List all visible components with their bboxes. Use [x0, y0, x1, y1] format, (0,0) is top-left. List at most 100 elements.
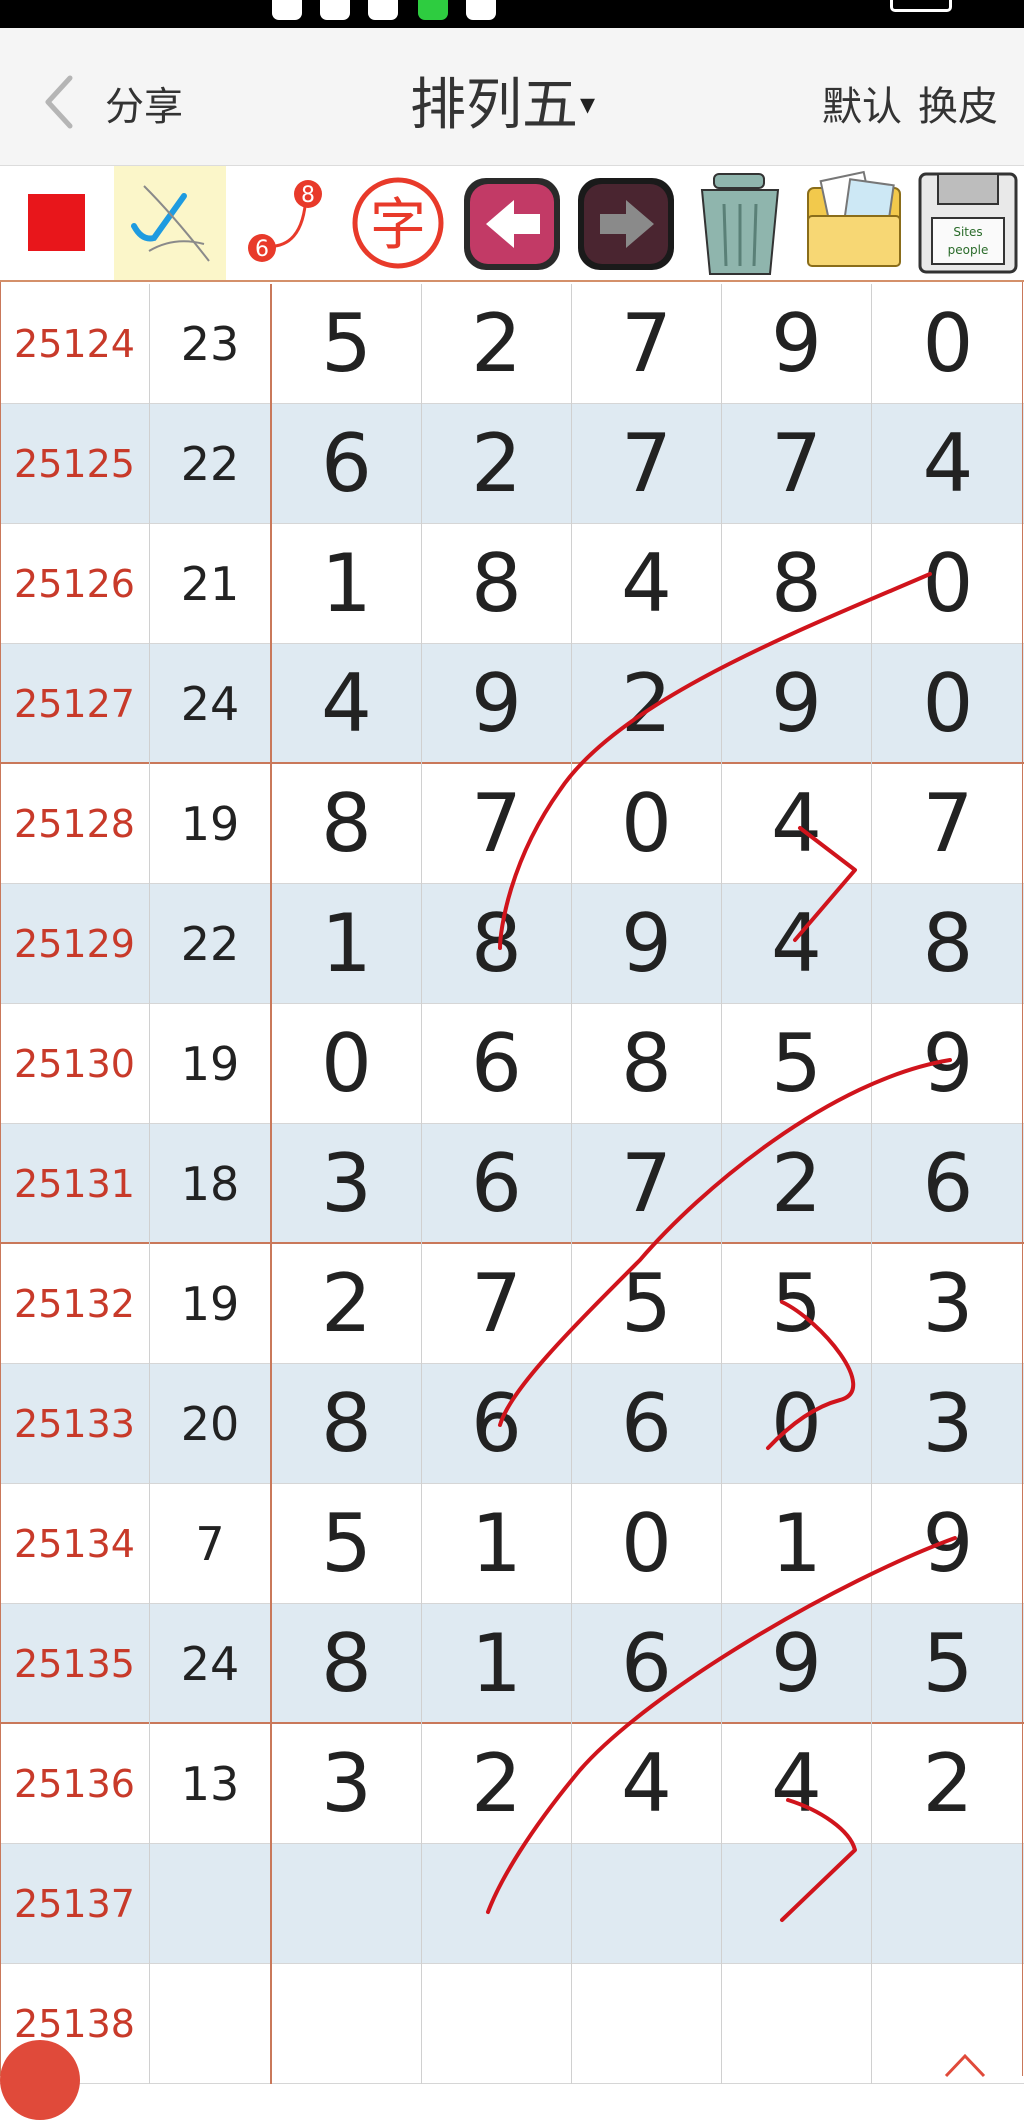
lottery-type-dropdown[interactable]: 排列五▾ — [410, 60, 595, 138]
digit-cell[interactable]: 4 — [272, 644, 422, 764]
save-button[interactable]: Sites people — [912, 166, 1024, 280]
table-row[interactable]: 25124 23 5 2 7 9 0 — [0, 284, 1024, 404]
digit-cell[interactable]: 3 — [872, 1364, 1024, 1484]
digit-cell[interactable]: 0 — [872, 284, 1024, 404]
table-row[interactable]: 25130 19 0 6 8 5 9 — [0, 1004, 1024, 1124]
digit-cell[interactable]: 2 — [872, 1724, 1024, 1844]
digit-cell[interactable]: 8 — [722, 524, 872, 644]
back-share-button[interactable]: 分享 — [30, 68, 200, 130]
default-skin-button[interactable]: 默认 — [822, 74, 902, 132]
digit-cell[interactable]: 8 — [422, 524, 572, 644]
digit-cell[interactable]: 7 — [422, 764, 572, 884]
change-skin-button[interactable]: 换皮 — [918, 74, 998, 132]
color-picker-button[interactable] — [0, 166, 112, 280]
text-tool-button[interactable]: 字 — [342, 166, 454, 280]
digit-cell[interactable]: 9 — [872, 1484, 1024, 1604]
digit-cell[interactable]: 5 — [722, 1244, 872, 1364]
clear-button[interactable] — [684, 166, 796, 280]
digit-cell[interactable]: 6 — [572, 1604, 722, 1724]
digit-cell[interactable]: 3 — [272, 1124, 422, 1244]
digit-cell[interactable]: 4 — [572, 524, 722, 644]
digit-cell[interactable]: 2 — [422, 284, 572, 404]
digit-cell[interactable]: 1 — [722, 1484, 872, 1604]
digit-cell[interactable]: 7 — [572, 1124, 722, 1244]
pen-tool-button[interactable] — [114, 166, 226, 280]
digit-cell[interactable]: 5 — [272, 284, 422, 404]
digit-cell[interactable]: 4 — [722, 884, 872, 1004]
table-row[interactable]: 25133 20 8 6 6 0 3 — [0, 1364, 1024, 1484]
digit-cell[interactable]: 4 — [722, 1724, 872, 1844]
digit-cell[interactable] — [422, 1964, 572, 2084]
digit-cell[interactable]: 0 — [572, 1484, 722, 1604]
digit-cell[interactable]: 2 — [422, 1724, 572, 1844]
digit-cell[interactable]: 9 — [572, 884, 722, 1004]
table-row[interactable]: 25129 22 1 8 9 4 8 — [0, 884, 1024, 1004]
table-row[interactable]: 25126 21 1 8 4 8 0 — [0, 524, 1024, 644]
digit-cell[interactable]: 4 — [872, 404, 1024, 524]
digit-cell[interactable] — [722, 1964, 872, 2084]
digit-cell[interactable]: 0 — [572, 764, 722, 884]
digit-cell[interactable]: 1 — [422, 1484, 572, 1604]
digit-cell[interactable]: 1 — [272, 524, 422, 644]
digit-cell[interactable]: 6 — [422, 1004, 572, 1124]
digit-cell[interactable]: 6 — [422, 1124, 572, 1244]
table-row[interactable]: 25128 19 8 7 0 4 7 — [0, 764, 1024, 884]
digit-cell[interactable]: 0 — [872, 644, 1024, 764]
digit-cell[interactable]: 5 — [572, 1244, 722, 1364]
digit-cell[interactable]: 6 — [422, 1364, 572, 1484]
digit-cell[interactable]: 8 — [272, 764, 422, 884]
digit-cell[interactable]: 9 — [722, 284, 872, 404]
table-row[interactable]: 25127 24 4 9 2 9 0 — [0, 644, 1024, 764]
undo-button[interactable] — [456, 166, 568, 280]
digit-cell[interactable] — [572, 1964, 722, 2084]
digit-cell[interactable]: 8 — [272, 1604, 422, 1724]
digit-cell[interactable] — [272, 1844, 422, 1964]
digit-cell[interactable]: 7 — [572, 404, 722, 524]
digit-cell[interactable] — [272, 1964, 422, 2084]
digit-cell[interactable]: 4 — [572, 1724, 722, 1844]
digit-cell[interactable]: 2 — [272, 1244, 422, 1364]
digit-cell[interactable]: 2 — [722, 1124, 872, 1244]
digit-cell[interactable]: 6 — [272, 404, 422, 524]
digit-cell[interactable] — [422, 1844, 572, 1964]
digit-cell[interactable]: 7 — [722, 404, 872, 524]
table-row[interactable]: 25138 — [0, 1964, 1024, 2084]
digit-cell[interactable] — [872, 1844, 1024, 1964]
digit-cell[interactable]: 8 — [572, 1004, 722, 1124]
digit-cell[interactable]: 7 — [422, 1244, 572, 1364]
digit-cell[interactable]: 2 — [572, 644, 722, 764]
digit-cell[interactable]: 6 — [872, 1124, 1024, 1244]
digit-cell[interactable]: 8 — [272, 1364, 422, 1484]
digit-cell[interactable]: 8 — [422, 884, 572, 1004]
digit-cell[interactable]: 9 — [422, 644, 572, 764]
table-row[interactable]: 25137 — [0, 1844, 1024, 1964]
table-row[interactable]: 25132 19 2 7 5 5 3 — [0, 1244, 1024, 1364]
digit-cell[interactable]: 0 — [272, 1004, 422, 1124]
connect-tool-button[interactable]: 8 6 — [228, 166, 340, 280]
table-row[interactable]: 25136 13 3 2 4 4 2 — [0, 1724, 1024, 1844]
table-row[interactable]: 25135 24 8 1 6 9 5 — [0, 1604, 1024, 1724]
digit-cell[interactable]: 9 — [722, 1604, 872, 1724]
digit-cell[interactable]: 4 — [722, 764, 872, 884]
digit-cell[interactable]: 9 — [722, 644, 872, 764]
background-image-button[interactable] — [798, 166, 910, 280]
digit-cell[interactable]: 8 — [872, 884, 1024, 1004]
digit-cell[interactable]: 9 — [872, 1004, 1024, 1124]
digit-cell[interactable] — [572, 1844, 722, 1964]
digit-cell[interactable]: 3 — [272, 1724, 422, 1844]
digit-cell[interactable]: 5 — [722, 1004, 872, 1124]
digit-cell[interactable]: 2 — [422, 404, 572, 524]
digit-cell[interactable]: 7 — [872, 764, 1024, 884]
table-row[interactable]: 25131 18 3 6 7 2 6 — [0, 1124, 1024, 1244]
redo-button[interactable] — [570, 166, 682, 280]
table-row[interactable]: 25134 7 5 1 0 1 9 — [0, 1484, 1024, 1604]
digit-cell[interactable]: 7 — [572, 284, 722, 404]
digit-cell[interactable]: 5 — [872, 1604, 1024, 1724]
floating-action-button[interactable] — [0, 2040, 80, 2120]
digit-cell[interactable]: 1 — [422, 1604, 572, 1724]
digit-cell[interactable]: 1 — [272, 884, 422, 1004]
digit-cell[interactable]: 3 — [872, 1244, 1024, 1364]
table-row[interactable]: 25125 22 6 2 7 7 4 — [0, 404, 1024, 524]
digit-cell[interactable]: 0 — [872, 524, 1024, 644]
digit-cell[interactable]: 0 — [722, 1364, 872, 1484]
